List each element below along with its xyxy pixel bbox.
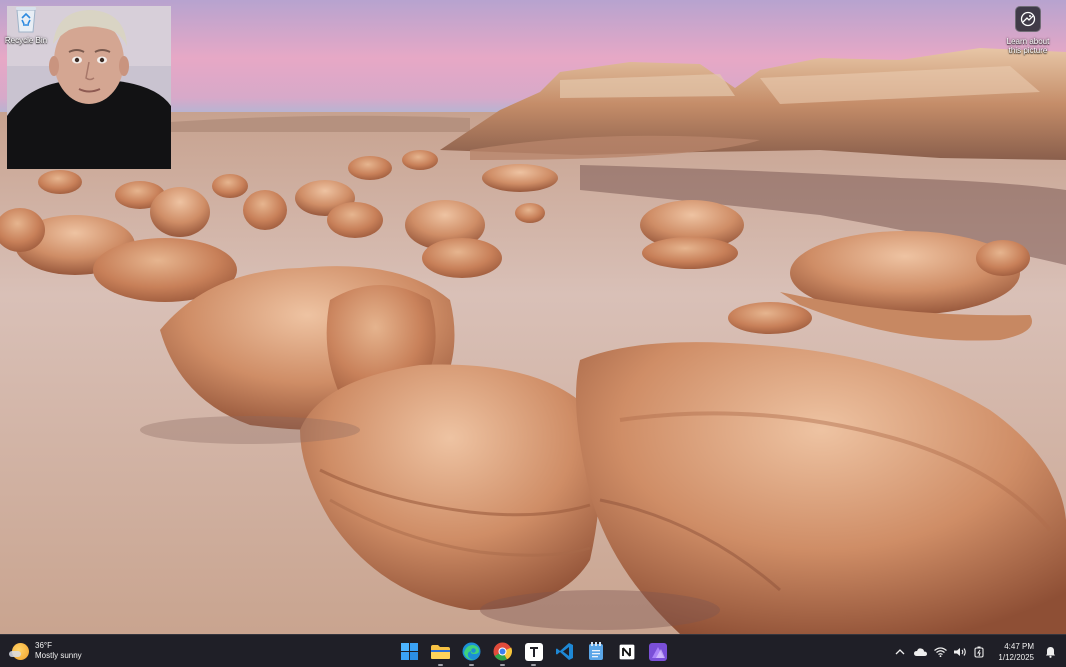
vscode-icon: [556, 643, 573, 660]
system-tray: 4:47 PM 1/12/2025: [890, 635, 1066, 667]
desktop-icon-learn-about-picture[interactable]: Learn about this picture: [1003, 6, 1053, 55]
onedrive-cloud-icon[interactable]: [913, 645, 927, 659]
weather-temperature: 36°F: [35, 641, 52, 650]
learn-about-picture-label: Learn about this picture: [1006, 37, 1050, 55]
recycle-bin-icon: [13, 4, 39, 34]
bell-icon[interactable]: [1043, 645, 1057, 659]
learn-about-picture-icon: [1015, 6, 1041, 32]
speaker-icon[interactable]: [953, 645, 967, 659]
chrome-icon: [493, 642, 512, 661]
affinity-button[interactable]: [646, 640, 669, 663]
clock-date: 1/12/2025: [998, 652, 1034, 662]
sun-icon: [9, 642, 29, 660]
start-button[interactable]: [398, 640, 421, 663]
vscode-button[interactable]: [553, 640, 576, 663]
battery-icon[interactable]: [973, 645, 987, 659]
taskbar: 36°F Mostly sunny 4:47 PM 1/12/2025: [0, 634, 1066, 667]
folder-icon: [431, 644, 450, 659]
file-explorer-button[interactable]: [429, 640, 452, 666]
windows-start-icon: [401, 643, 418, 660]
taskbar-clock[interactable]: 4:47 PM 1/12/2025: [998, 641, 1034, 663]
typora-icon: [524, 642, 543, 661]
notepad-icon: [588, 642, 603, 660]
weather-widget[interactable]: 36°F Mostly sunny: [9, 640, 82, 662]
notion-button[interactable]: [615, 640, 638, 663]
notepad-button[interactable]: [584, 640, 607, 663]
weather-condition: Mostly sunny: [35, 651, 82, 660]
recycle-bin-label: Recycle Bin: [4, 36, 48, 45]
clock-time: 4:47 PM: [1004, 641, 1034, 651]
chrome-button[interactable]: [491, 640, 514, 666]
edge-icon: [462, 642, 481, 661]
notion-icon: [617, 642, 636, 661]
desktop-icon-recycle-bin[interactable]: Recycle Bin: [4, 4, 48, 45]
taskbar-apps: [398, 640, 669, 666]
chevron-up-icon[interactable]: [893, 645, 907, 659]
typora-button[interactable]: [522, 640, 545, 666]
wifi-icon[interactable]: [933, 645, 947, 659]
affinity-icon: [648, 642, 667, 661]
edge-button[interactable]: [460, 640, 483, 666]
